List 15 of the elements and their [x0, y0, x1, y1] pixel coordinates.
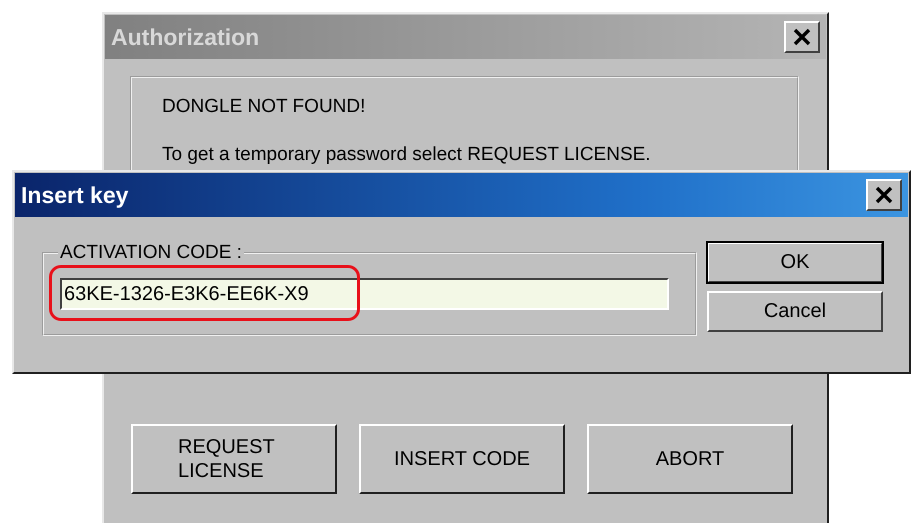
cancel-button[interactable]: Cancel [707, 291, 883, 332]
activation-code-field[interactable]: 63KE-1326-E3K6-EE6K-X9 [60, 278, 669, 310]
group-label: ACTIVATION CODE : [59, 242, 243, 264]
dialog-button[interactable]: ABORT [587, 424, 793, 494]
close-button[interactable] [866, 179, 902, 211]
dialog-button[interactable]: REQUEST LICENSE [131, 424, 337, 494]
close-icon [793, 28, 811, 46]
window-title: Authorization [111, 24, 260, 50]
error-message: DONGLE NOT FOUND! [162, 96, 366, 118]
close-icon [875, 186, 893, 204]
instruction-text: To get a temporary password select REQUEST LICENSE. [162, 144, 652, 166]
window-title: Insert key [21, 182, 128, 208]
ok-button[interactable]: OK [707, 242, 883, 283]
close-button[interactable] [784, 21, 820, 53]
dialog-button[interactable]: INSERT CODE [359, 424, 565, 494]
